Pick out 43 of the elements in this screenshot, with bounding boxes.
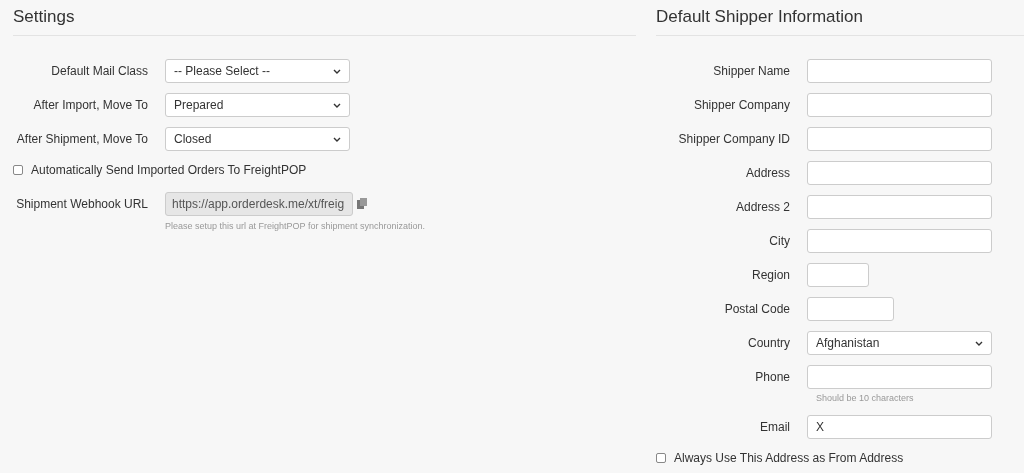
checkbox-label: Automatically Send Imported Orders To FreightPOP bbox=[31, 161, 307, 179]
section-title: Settings bbox=[13, 0, 636, 36]
chevron-down-icon bbox=[333, 136, 341, 143]
text-input[interactable]: X bbox=[807, 415, 992, 439]
field-label: After Shipment, Move To bbox=[15, 130, 149, 148]
text-input[interactable] bbox=[807, 160, 992, 185]
checkbox[interactable] bbox=[13, 164, 23, 175]
text-input[interactable] bbox=[807, 228, 992, 253]
chevron-down-icon bbox=[333, 68, 341, 75]
text-input[interactable] bbox=[807, 296, 894, 321]
field-label: Default Mail Class bbox=[50, 62, 149, 80]
chevron-down-icon bbox=[975, 340, 983, 347]
chevron-down-icon bbox=[333, 102, 341, 109]
text-input[interactable] bbox=[807, 194, 992, 219]
select-dropdown[interactable]: -- Please Select -- bbox=[165, 58, 350, 83]
text-input[interactable] bbox=[807, 262, 869, 287]
text-input[interactable] bbox=[807, 364, 992, 389]
field-label: Phone bbox=[754, 368, 791, 386]
select-dropdown[interactable]: Afghanistan bbox=[807, 330, 992, 355]
checkbox-label: Always Use This Address as From Address bbox=[674, 450, 904, 467]
hint-text: Should be 10 characters bbox=[816, 391, 915, 405]
hint-text: Please setup this url at FreightPOP for shipment synchronization. bbox=[165, 219, 426, 233]
field-label: After Import, Move To bbox=[32, 96, 149, 114]
field-label: Email bbox=[759, 419, 791, 436]
field-label: Shipper Company bbox=[692, 96, 791, 114]
select-dropdown[interactable]: Prepared bbox=[165, 92, 350, 117]
field-label: Shipper Name bbox=[712, 62, 791, 80]
text-input[interactable] bbox=[807, 58, 992, 83]
field-label: Postal Code bbox=[723, 300, 791, 318]
url-input[interactable]: https://app.orderdesk.me/xt/freig bbox=[165, 191, 353, 216]
copy-icon[interactable] bbox=[357, 198, 367, 209]
field-label: Region bbox=[750, 266, 791, 284]
checkbox[interactable] bbox=[656, 453, 666, 463]
field-label: Address 2 bbox=[734, 198, 791, 216]
field-label: Shipper Company ID bbox=[677, 130, 791, 148]
text-input[interactable] bbox=[807, 126, 992, 151]
section-title: Default Shipper Information bbox=[656, 0, 1024, 36]
field-label: Address bbox=[744, 164, 791, 182]
field-label: Shipment Webhook URL bbox=[15, 195, 149, 213]
field-label: Country bbox=[746, 334, 791, 352]
text-input[interactable] bbox=[807, 92, 992, 117]
select-dropdown[interactable]: Closed bbox=[165, 126, 350, 151]
field-label: City bbox=[768, 232, 791, 250]
